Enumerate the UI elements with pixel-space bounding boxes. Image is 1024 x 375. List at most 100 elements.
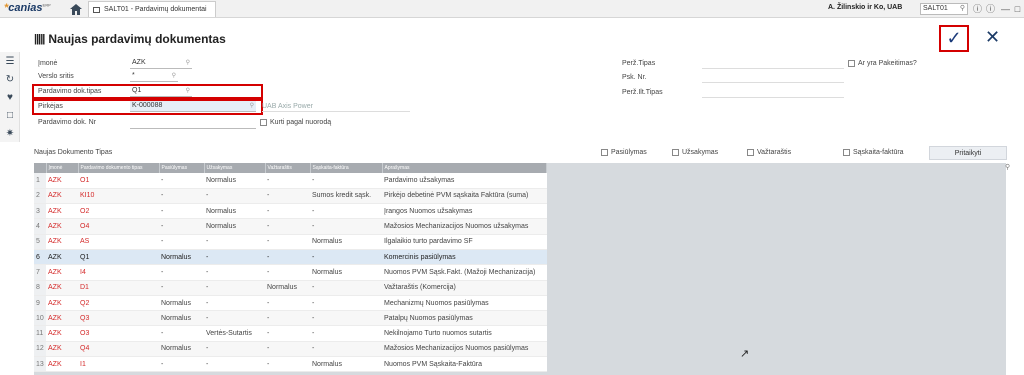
table-cell[interactable]: O1 — [78, 173, 159, 189]
table-cell[interactable]: AS — [78, 234, 159, 250]
table-cell[interactable]: Normalus — [159, 341, 204, 358]
table-cell[interactable]: - — [159, 218, 204, 235]
column-header[interactable] — [34, 163, 47, 173]
table-cell[interactable]: Normalus — [310, 264, 382, 281]
column-header[interactable]: Užsakymas — [204, 163, 266, 173]
checkbox-box[interactable] — [843, 149, 850, 156]
table-cell[interactable]: AZK — [46, 280, 78, 296]
table-cell[interactable]: - — [265, 356, 310, 373]
help-icon[interactable]: ⓘ — [972, 3, 983, 14]
table-cell[interactable]: - — [310, 325, 382, 342]
table-cell[interactable]: - — [265, 218, 310, 235]
table-cell[interactable]: AZK — [46, 310, 78, 327]
grid-scrollbar[interactable] — [1008, 173, 1016, 375]
table-cell[interactable]: - — [310, 295, 382, 312]
restore-icon[interactable]: □ — [1012, 3, 1023, 14]
table-cell[interactable]: - — [159, 188, 204, 205]
pert-tipas-field[interactable] — [702, 58, 844, 69]
table-cell[interactable]: Normalus — [204, 218, 265, 235]
pirkejas-field[interactable]: K-000088 ⚲ — [130, 101, 256, 112]
table-cell[interactable]: AZK — [46, 203, 78, 220]
table-cell[interactable]: - — [204, 249, 265, 266]
table-row[interactable]: 4 AZK O4- Normalus - - Mažosios Mechanizacijos… — [34, 218, 547, 235]
table-cell[interactable]: Įrangos Nuomos užsakymas — [382, 203, 547, 220]
table-cell[interactable]: - — [265, 203, 310, 220]
table-cell[interactable]: - — [159, 203, 204, 220]
table-cell[interactable]: Pirkėjo debetinė PVM sąskaita Faktūra (s… — [382, 188, 547, 205]
checkbox-box[interactable] — [747, 149, 754, 156]
table-cell[interactable]: Sumos kredit sąsk. — [310, 188, 382, 205]
table-row[interactable]: 2 AZK KI10- - - Sumos kredit sąsk. Pirkėjo deb… — [34, 188, 547, 205]
table-cell[interactable]: Ilgalaikio turto pardavimo SF — [382, 234, 547, 250]
table-cell[interactable]: - — [204, 234, 265, 250]
table-cell[interactable]: - — [204, 356, 265, 373]
table-row[interactable]: 5 AZK AS - - - Normalus Ilgalaikio turto pardav… — [34, 234, 547, 250]
table-cell[interactable]: Mažosios Mechanizacijos Nuomos užsakymas — [382, 218, 547, 235]
table-cell[interactable]: I1 — [78, 356, 159, 373]
table-cell[interactable]: Patalpų Nuomos pasiūlymas — [382, 310, 547, 327]
table-cell[interactable]: Pardavimo užsakymas — [382, 173, 547, 189]
table-cell[interactable]: AZK — [46, 295, 78, 312]
table-row[interactable]: 12 AZK Q4 Normalus - - - Mažosios Mechanizacijo… — [34, 341, 547, 358]
table-cell[interactable]: - — [204, 341, 265, 358]
table-cell[interactable]: AZK — [46, 218, 78, 235]
favorite-icon[interactable]: ♥ — [0, 88, 20, 106]
table-cell[interactable]: - — [265, 173, 310, 189]
table-row[interactable]: 13 AZK I1- - - Normalus Nuomos PVM Sąskaita-Fa… — [34, 356, 547, 373]
table-cell[interactable]: AZK — [46, 264, 78, 281]
table-row[interactable]: 8 AZK D1- - Normalus - Važtaraštis (Komercija) — [34, 280, 547, 296]
table-row[interactable]: 1 AZK O1- Normalus - - Pardavimo užsakymas — [34, 173, 547, 189]
table-cell[interactable]: AZK — [46, 188, 78, 205]
table-cell[interactable]: - — [159, 356, 204, 373]
table-cell[interactable]: - — [310, 173, 382, 189]
table-cell[interactable]: Q2 — [78, 295, 159, 312]
table-cell[interactable]: - — [159, 234, 204, 250]
table-cell[interactable]: Nuomos PVM Sąskaita-Faktūra — [382, 356, 547, 373]
table-cell[interactable]: - — [265, 188, 310, 205]
table-cell[interactable]: Normalus — [265, 280, 310, 296]
table-cell[interactable]: - — [159, 173, 204, 189]
search-icon[interactable]: ⚲ — [186, 58, 190, 68]
filter-uzsakymas[interactable]: Užsakymas — [672, 149, 718, 156]
column-header[interactable]: Važtaraštis — [265, 163, 311, 173]
table-cell[interactable]: AZK — [46, 341, 78, 358]
table-cell[interactable]: Q4 — [78, 341, 159, 358]
table-cell[interactable]: Normalus — [159, 249, 204, 266]
table-cell[interactable]: - — [310, 218, 382, 235]
chat-icon[interactable]: □ — [0, 106, 20, 124]
filter-saskaita[interactable]: Sąskaita-faktūra — [843, 149, 904, 156]
table-cell[interactable]: KI10 — [78, 188, 159, 205]
table-row[interactable]: 11 AZK O3- Vertės-Sutartis - - Nekilnojamo Tur… — [34, 325, 547, 342]
imone-field[interactable]: AZK ⚲ — [130, 58, 192, 69]
table-row[interactable]: 7 AZK I4- - - Normalus Nuomos PVM Sąsk.Fakt. (… — [34, 264, 547, 281]
kurti-checkbox[interactable]: Kurti pagal nuorodą — [260, 119, 331, 126]
apply-button[interactable]: Pritaikyti — [929, 146, 1007, 160]
table-row[interactable]: 3 AZK O2- Normalus - - Įrangos Nuomos užsakyma… — [34, 203, 547, 220]
doknr-field[interactable] — [130, 118, 256, 129]
table-cell[interactable]: Normalus — [159, 310, 204, 327]
grid-search-icon[interactable]: ⚲ — [1005, 163, 1015, 173]
table-row[interactable]: 10 AZK Q3 Normalus - - - Patalpų Nuomos pasiūly… — [34, 310, 547, 327]
table-cell[interactable]: - — [310, 280, 382, 296]
table-cell[interactable]: Normalus — [310, 356, 382, 373]
table-cell[interactable]: Normalus — [159, 295, 204, 312]
table-cell[interactable]: Mechanizmų Nuomos pasiūlymas — [382, 295, 547, 312]
table-cell[interactable]: - — [159, 280, 204, 296]
table-row[interactable]: 6 AZK Q1 Normalus - - - Komercinis pasiūlymas — [34, 249, 547, 266]
filter-vaztarastis[interactable]: Važtaraštis — [747, 149, 791, 156]
verslo-sritis-field[interactable]: * ⚲ — [130, 71, 178, 82]
table-cell[interactable]: Važtaraštis (Komercija) — [382, 280, 547, 296]
info-icon[interactable]: ⓘ — [985, 3, 996, 14]
table-cell[interactable]: D1 — [78, 280, 159, 296]
tab-salt01[interactable]: SALT01 - Pardavimų dokumentai — [88, 1, 216, 17]
column-header[interactable]: Pardavimo dokumento tipas — [78, 163, 160, 173]
table-cell[interactable]: - — [265, 234, 310, 250]
table-cell[interactable]: - — [204, 310, 265, 327]
table-cell[interactable]: - — [310, 249, 382, 266]
table-cell[interactable]: Mažosios Mechanizacijos Nuomos pasiūlyma… — [382, 341, 547, 358]
transaction-search-input[interactable]: SALT01 ⚲ — [920, 3, 968, 15]
confirm-button[interactable]: ✓ — [939, 25, 969, 52]
table-cell[interactable]: Vertės-Sutartis — [204, 325, 265, 342]
home-icon[interactable] — [67, 0, 85, 18]
table-cell[interactable]: AZK — [46, 249, 78, 266]
